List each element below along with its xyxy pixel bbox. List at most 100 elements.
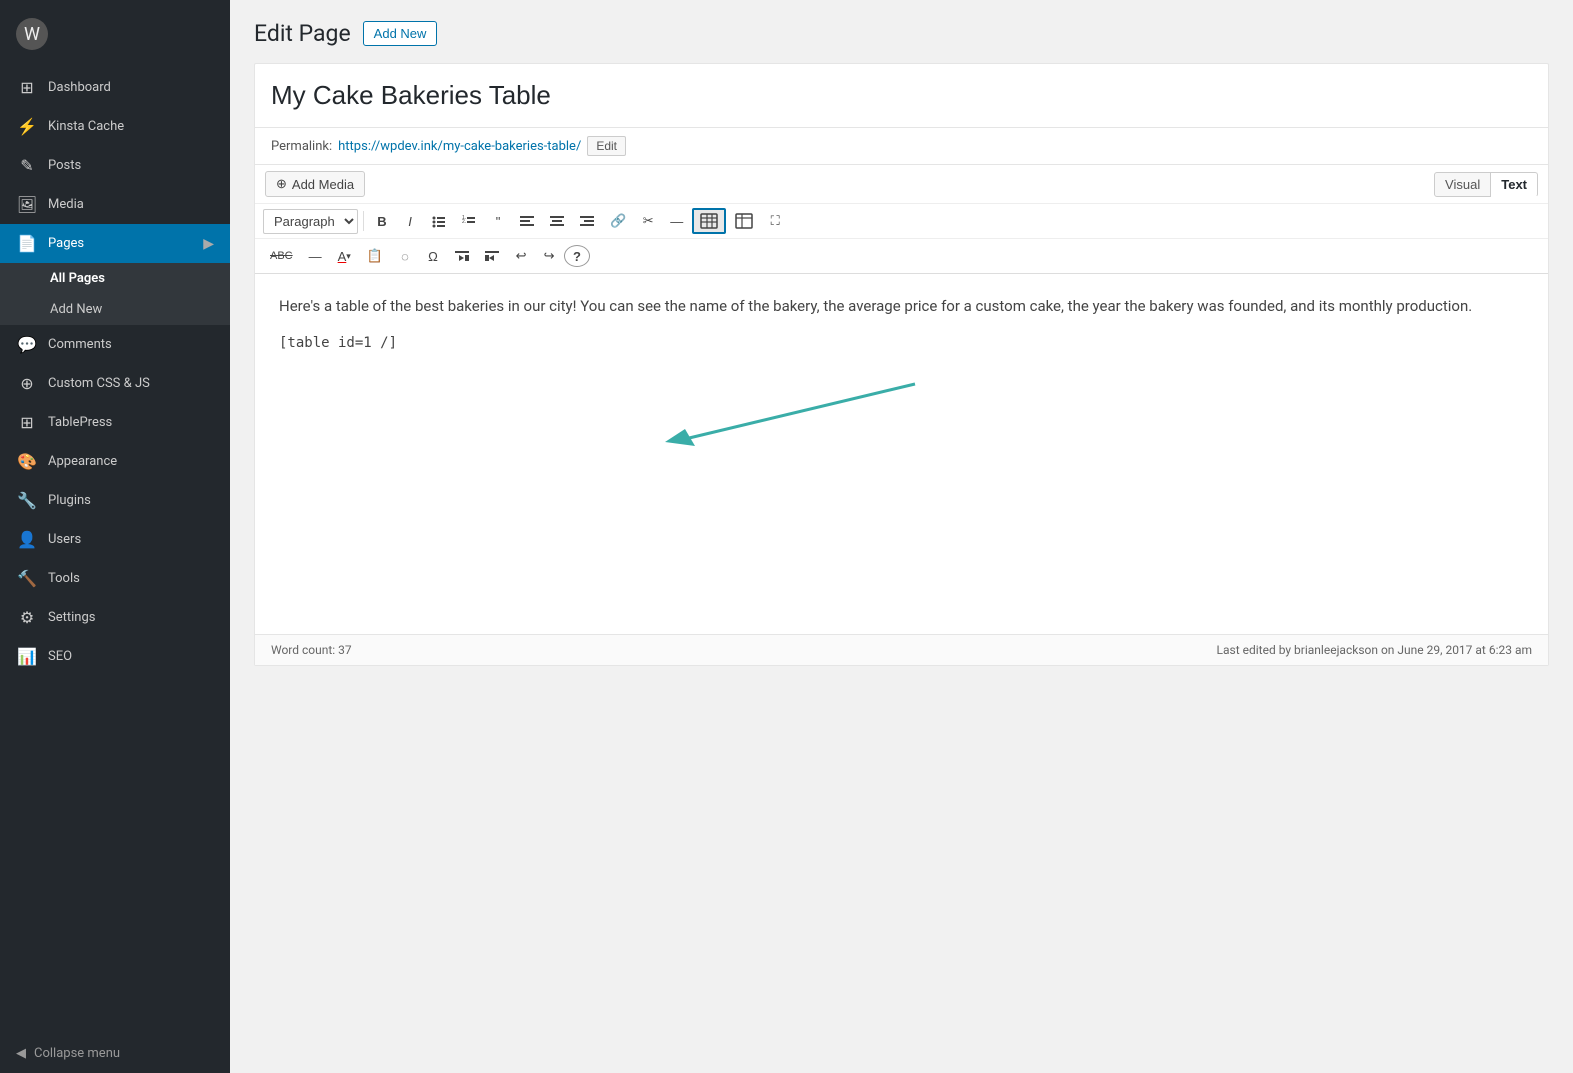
- sidebar-item-tablepress[interactable]: ⊞ TablePress: [0, 403, 230, 442]
- page-title-input[interactable]: [271, 76, 1532, 115]
- add-media-icon: ⊕: [276, 176, 287, 192]
- dropdown-arrow-icon: ▾: [346, 251, 351, 262]
- paste-text-button[interactable]: 📋: [360, 243, 390, 269]
- align-right-icon: [580, 215, 594, 227]
- sidebar-item-label: Kinsta Cache: [48, 119, 124, 134]
- unlink-button[interactable]: ✂: [635, 208, 661, 234]
- align-center-icon: [550, 215, 564, 227]
- posts-icon: ✎: [16, 156, 38, 175]
- link-button[interactable]: 🔗: [603, 208, 633, 234]
- tab-visual[interactable]: Visual: [1434, 172, 1491, 197]
- sidebar-item-dashboard[interactable]: ⊞ Dashboard: [0, 68, 230, 107]
- font-color-button[interactable]: A ▾: [331, 243, 358, 269]
- add-media-button[interactable]: ⊕ Add Media: [265, 171, 365, 197]
- sidebar-item-kinsta-cache[interactable]: ⚡ Kinsta Cache: [0, 107, 230, 146]
- add-media-label: Add Media: [292, 177, 354, 192]
- last-edited: Last edited by brianleejackson on June 2…: [1217, 643, 1532, 657]
- ordered-list-button[interactable]: 1. 2.: [455, 208, 483, 234]
- word-count-bar: Word count: 37 Last edited by brianleeja…: [255, 634, 1548, 665]
- table-insert-button[interactable]: [692, 208, 726, 234]
- sidebar-item-users[interactable]: 👤 Users: [0, 520, 230, 559]
- sidebar-item-seo[interactable]: 📊 SEO: [0, 637, 230, 676]
- bold-button[interactable]: B: [369, 208, 395, 234]
- toolbar-top: ⊕ Add Media Visual Text: [255, 165, 1548, 203]
- align-right-button[interactable]: [573, 208, 601, 234]
- sidebar-subitem-all-pages[interactable]: All Pages: [0, 263, 230, 294]
- tab-text[interactable]: Text: [1491, 172, 1538, 197]
- italic-button[interactable]: I: [397, 208, 423, 234]
- horizontal-rule-button[interactable]: —: [302, 243, 329, 269]
- sidebar-item-comments[interactable]: 💬 Comments: [0, 325, 230, 364]
- help-button[interactable]: ?: [564, 245, 590, 267]
- sidebar-item-label: Users: [48, 532, 81, 547]
- sidebar-item-appearance[interactable]: 🎨 Appearance: [0, 442, 230, 481]
- sidebar-item-label: Dashboard: [48, 80, 111, 95]
- sidebar-item-label: Custom CSS & JS: [48, 376, 150, 391]
- sidebar-item-label: SEO: [48, 649, 72, 664]
- paragraph-select[interactable]: Paragraph: [263, 209, 358, 234]
- permalink-bar: Permalink: https://wpdev.ink/my-cake-bak…: [255, 128, 1548, 165]
- permalink-edit-button[interactable]: Edit: [587, 136, 626, 156]
- outdent-icon: [485, 250, 499, 262]
- sidebar-item-label: Posts: [48, 158, 81, 173]
- align-center-button[interactable]: [543, 208, 571, 234]
- sidebar-item-pages[interactable]: 📄 Pages ▶: [0, 224, 230, 263]
- sidebar-item-media[interactable]: 🖼 Media: [0, 185, 230, 224]
- title-area: [255, 64, 1548, 128]
- table-delete-button[interactable]: [728, 208, 760, 234]
- sidebar-item-label: Appearance: [48, 454, 117, 469]
- special-chars-button[interactable]: Ω: [420, 243, 446, 269]
- kinsta-icon: ⚡: [16, 117, 38, 136]
- add-new-button[interactable]: Add New: [363, 21, 438, 46]
- clear-formatting-button[interactable]: ◌: [392, 243, 418, 269]
- pages-submenu: All Pages Add New: [0, 263, 230, 325]
- toolbar-row-2: ABC — A ▾ 📋 ◌ Ω ↩ ↪ ?: [255, 238, 1548, 273]
- outdent-button[interactable]: [478, 243, 506, 269]
- sidebar-item-tools[interactable]: 🔨 Tools: [0, 559, 230, 598]
- plugins-icon: 🔧: [16, 491, 38, 510]
- collapse-icon: ◀: [16, 1046, 26, 1061]
- collapse-menu-button[interactable]: ◀ Collapse menu: [0, 1034, 230, 1073]
- shortcode-text: [table id=1 /]: [279, 332, 1524, 356]
- sidebar-item-plugins[interactable]: 🔧 Plugins: [0, 481, 230, 520]
- sidebar-item-settings[interactable]: ⚙ Settings: [0, 598, 230, 637]
- permalink-url[interactable]: https://wpdev.ink/my-cake-bakeries-table…: [338, 139, 581, 154]
- page-header: Edit Page Add New: [254, 20, 1549, 47]
- sidebar-item-custom-css-js[interactable]: ⊕ Custom CSS & JS: [0, 364, 230, 403]
- font-color-icon: A: [338, 249, 347, 264]
- fullscreen-button[interactable]: ⛶: [762, 208, 788, 234]
- sidebar-subitem-add-new[interactable]: Add New: [0, 294, 230, 325]
- custom-css-icon: ⊕: [16, 374, 38, 393]
- indent-icon: [455, 250, 469, 262]
- comments-icon: 💬: [16, 335, 38, 354]
- editor-content[interactable]: Here's a table of the best bakeries in o…: [255, 274, 1548, 634]
- settings-icon: ⚙: [16, 608, 38, 627]
- sidebar-item-label: Pages: [48, 236, 84, 251]
- blockquote-button[interactable]: ": [485, 208, 511, 234]
- collapse-label: Collapse menu: [34, 1046, 120, 1061]
- site-logo[interactable]: W: [0, 0, 230, 68]
- sidebar-item-posts[interactable]: ✎ Posts: [0, 146, 230, 185]
- strikethrough-button[interactable]: ABC: [263, 243, 300, 269]
- seo-icon: 📊: [16, 647, 38, 666]
- indent-button[interactable]: [448, 243, 476, 269]
- sidebar-item-label: Media: [48, 197, 84, 212]
- tools-icon: 🔨: [16, 569, 38, 588]
- sidebar-item-label: Settings: [48, 610, 95, 625]
- editor-box: Permalink: https://wpdev.ink/my-cake-bak…: [254, 63, 1549, 666]
- arrow-annotation: [555, 374, 955, 474]
- unordered-list-button[interactable]: [425, 208, 453, 234]
- hr-button[interactable]: —: [663, 208, 690, 234]
- svg-text:2.: 2.: [462, 219, 466, 225]
- chevron-right-icon: ▶: [203, 236, 214, 252]
- sidebar: W ⊞ Dashboard ⚡ Kinsta Cache ✎ Posts 🖼 M…: [0, 0, 230, 1073]
- editor-toolbar-area: ⊕ Add Media Visual Text Paragraph B I: [255, 165, 1548, 274]
- align-left-button[interactable]: [513, 208, 541, 234]
- redo-button[interactable]: ↪: [536, 243, 562, 269]
- align-left-icon: [520, 215, 534, 227]
- users-icon: 👤: [16, 530, 38, 549]
- tablepress-icon: ⊞: [16, 413, 38, 432]
- undo-button[interactable]: ↩: [508, 243, 534, 269]
- sidebar-item-label: Plugins: [48, 493, 91, 508]
- page-title: Edit Page: [254, 20, 351, 47]
